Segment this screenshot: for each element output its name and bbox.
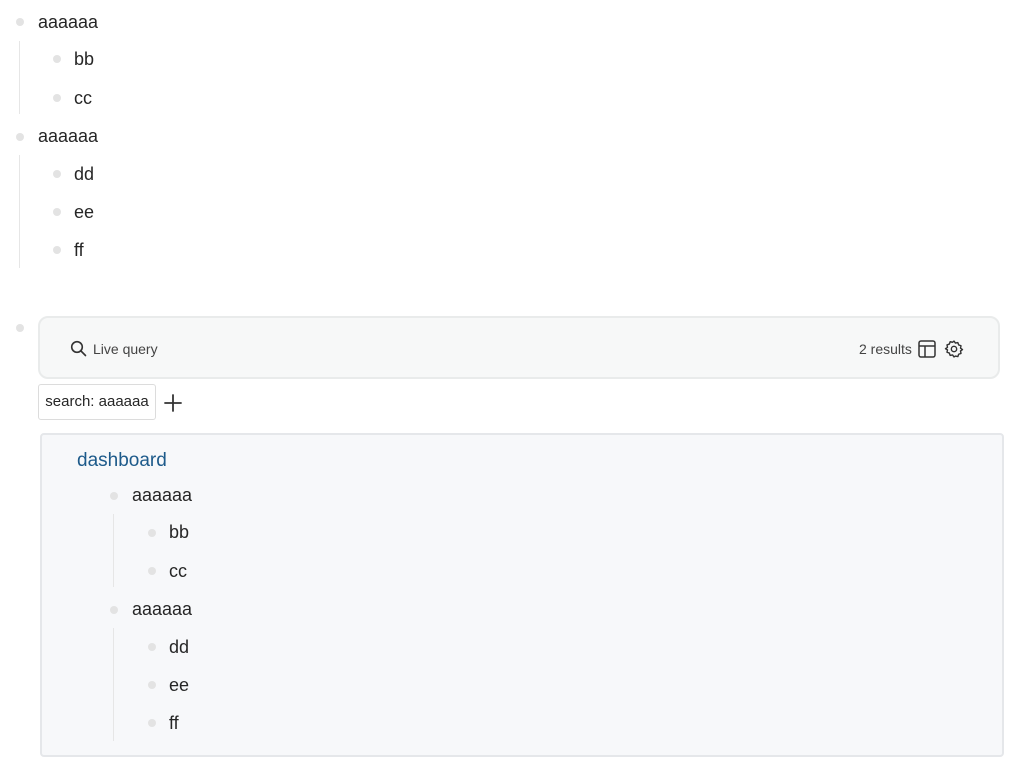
query-block-bullet[interactable]: [16, 324, 24, 332]
block-text[interactable]: ee: [74, 201, 94, 223]
filter-chip[interactable]: search: aaaaaa: [38, 384, 156, 420]
bullet[interactable]: [148, 529, 156, 537]
live-query-header: Live query 2 results: [38, 316, 1000, 379]
bullet[interactable]: [148, 719, 156, 727]
block-text[interactable]: dd: [74, 163, 94, 185]
block-text[interactable]: ff: [169, 712, 179, 734]
bullet[interactable]: [53, 55, 61, 63]
children-guide-line: [113, 628, 114, 741]
table-view-icon[interactable]: [918, 340, 936, 358]
block-text[interactable]: ff: [74, 239, 84, 261]
add-plus-icon[interactable]: [164, 394, 182, 412]
live-query-label: Live query: [93, 341, 158, 357]
bullet[interactable]: [148, 567, 156, 575]
bullet[interactable]: [148, 681, 156, 689]
children-guide-line: [19, 155, 20, 268]
bullet[interactable]: [53, 208, 61, 216]
bullet[interactable]: [16, 133, 24, 141]
bullet[interactable]: [110, 606, 118, 614]
bullet[interactable]: [148, 643, 156, 651]
block-text[interactable]: dd: [169, 636, 189, 658]
block-text[interactable]: cc: [169, 560, 187, 582]
bullet[interactable]: [53, 94, 61, 102]
block-text[interactable]: aaaaaa: [132, 598, 192, 620]
block-text[interactable]: aaaaaa: [38, 125, 98, 147]
bullet[interactable]: [53, 170, 61, 178]
block-text[interactable]: ee: [169, 674, 189, 696]
page-link-dashboard[interactable]: dashboard: [77, 449, 167, 473]
block-text[interactable]: aaaaaa: [38, 11, 98, 33]
query-results-panel: [40, 433, 1004, 757]
block-text[interactable]: bb: [169, 521, 189, 543]
bullet[interactable]: [53, 246, 61, 254]
children-guide-line: [113, 514, 114, 587]
settings-gear-icon[interactable]: [944, 339, 964, 359]
block-text[interactable]: cc: [74, 87, 92, 109]
block-text[interactable]: aaaaaa: [132, 484, 192, 506]
bullet[interactable]: [16, 18, 24, 26]
bullet[interactable]: [110, 492, 118, 500]
children-guide-line: [19, 41, 20, 114]
search-icon: [70, 340, 87, 357]
block-text[interactable]: bb: [74, 48, 94, 70]
results-count: 2 results: [859, 341, 912, 357]
